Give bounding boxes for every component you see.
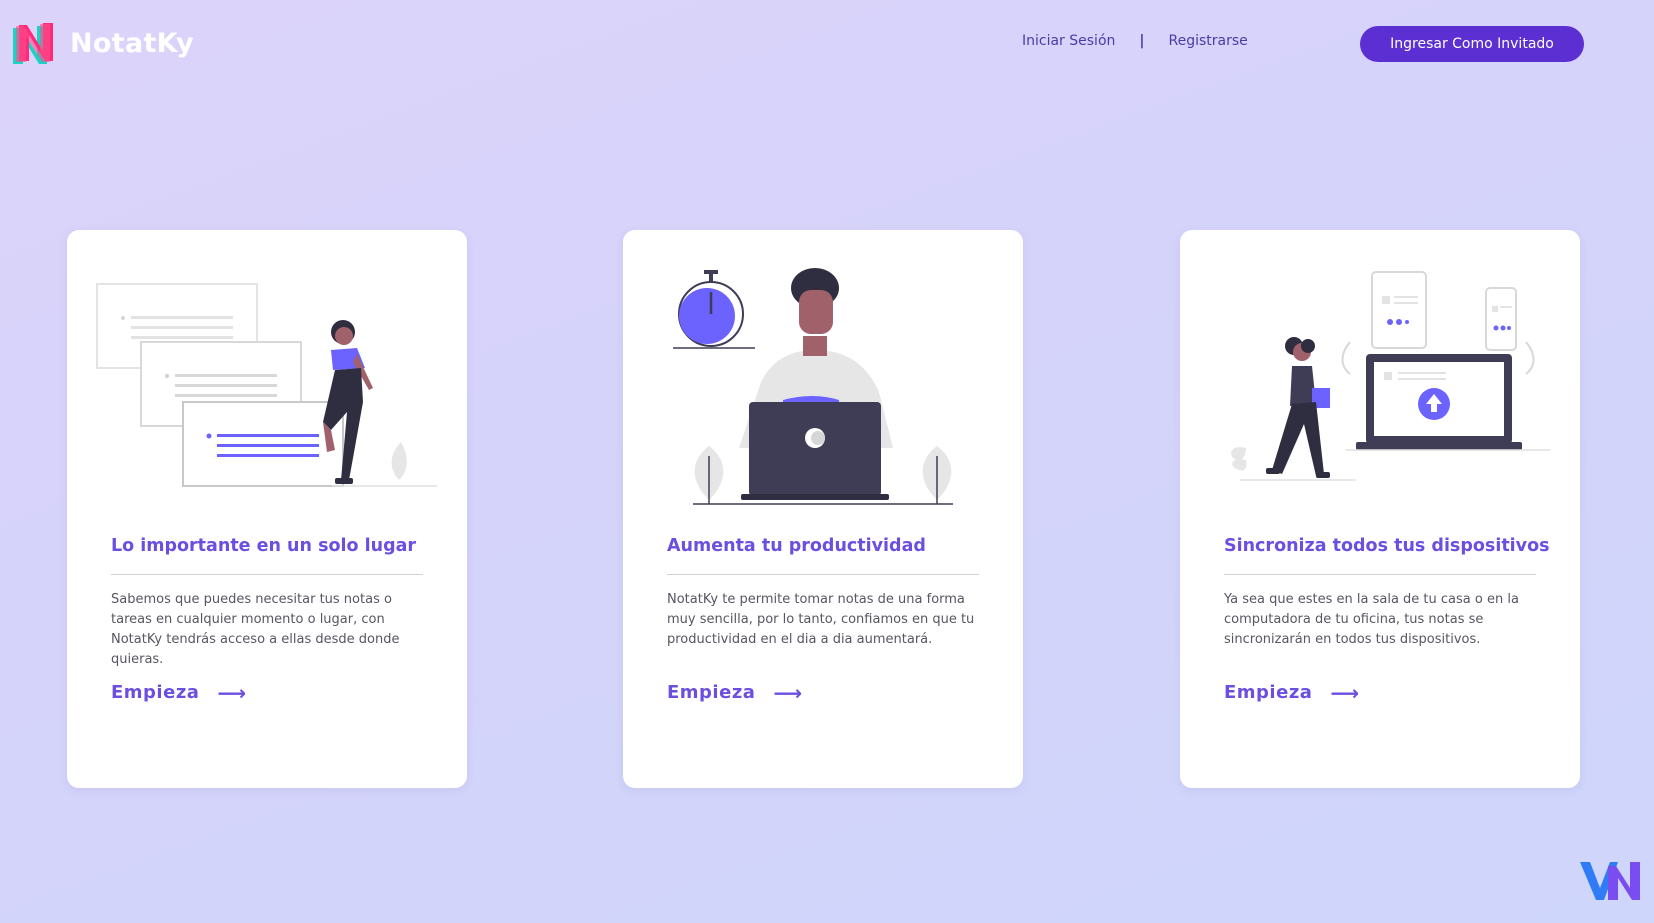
login-link[interactable]: Iniciar Sesión — [1022, 33, 1115, 49]
guest-login-button[interactable]: Ingresar Como Invitado — [1360, 26, 1584, 62]
notes-illustration — [96, 283, 437, 487]
sync-devices-illustration — [1231, 271, 1550, 481]
arrow-right-icon: ⟶ — [773, 680, 803, 705]
brand-logo[interactable]: NotatKy — [10, 18, 194, 68]
card-title: Lo importante en un solo lugar — [111, 536, 417, 556]
feature-card-sync: Sincroniza todos tus dispositivos Ya sea… — [1180, 230, 1580, 788]
register-link[interactable]: Registrarse — [1169, 33, 1248, 49]
arrow-right-icon: ⟶ — [217, 680, 247, 705]
notatky-logo-icon — [13, 23, 53, 64]
feature-card-notes: Lo importante en un solo lugar Sabemos q… — [67, 230, 467, 788]
arrow-right-icon: ⟶ — [1330, 680, 1360, 705]
start-link-label: Empieza — [667, 682, 756, 703]
card-divider — [1224, 574, 1536, 575]
card-divider — [111, 574, 423, 575]
feature-card-productivity: Aumenta tu productividad NotatKy te perm… — [623, 230, 1023, 788]
corner-brand-icon — [1580, 862, 1640, 900]
card-title: Sincroniza todos tus dispositivos — [1224, 536, 1550, 556]
start-link[interactable]: Empieza ⟶ — [111, 682, 247, 703]
card-title: Aumenta tu productividad — [667, 536, 926, 556]
start-link-label: Empieza — [1224, 682, 1313, 703]
productivity-illustration — [673, 268, 953, 505]
brand-name: NotatKy — [70, 27, 195, 59]
card-description: Ya sea que estes en la sala de tu casa o… — [1224, 592, 1519, 647]
nav-separator: | — [1139, 33, 1145, 49]
top-nav: Iniciar Sesión | Registrarse — [1022, 33, 1248, 49]
start-link[interactable]: Empieza ⟶ — [667, 682, 803, 703]
card-divider — [667, 574, 979, 575]
card-description: NotatKy te permite tomar notas de una fo… — [667, 592, 975, 647]
card-description: Sabemos que puedes necesitar tus notas o… — [111, 592, 400, 667]
start-link[interactable]: Empieza ⟶ — [1224, 682, 1360, 703]
start-link-label: Empieza — [111, 682, 200, 703]
